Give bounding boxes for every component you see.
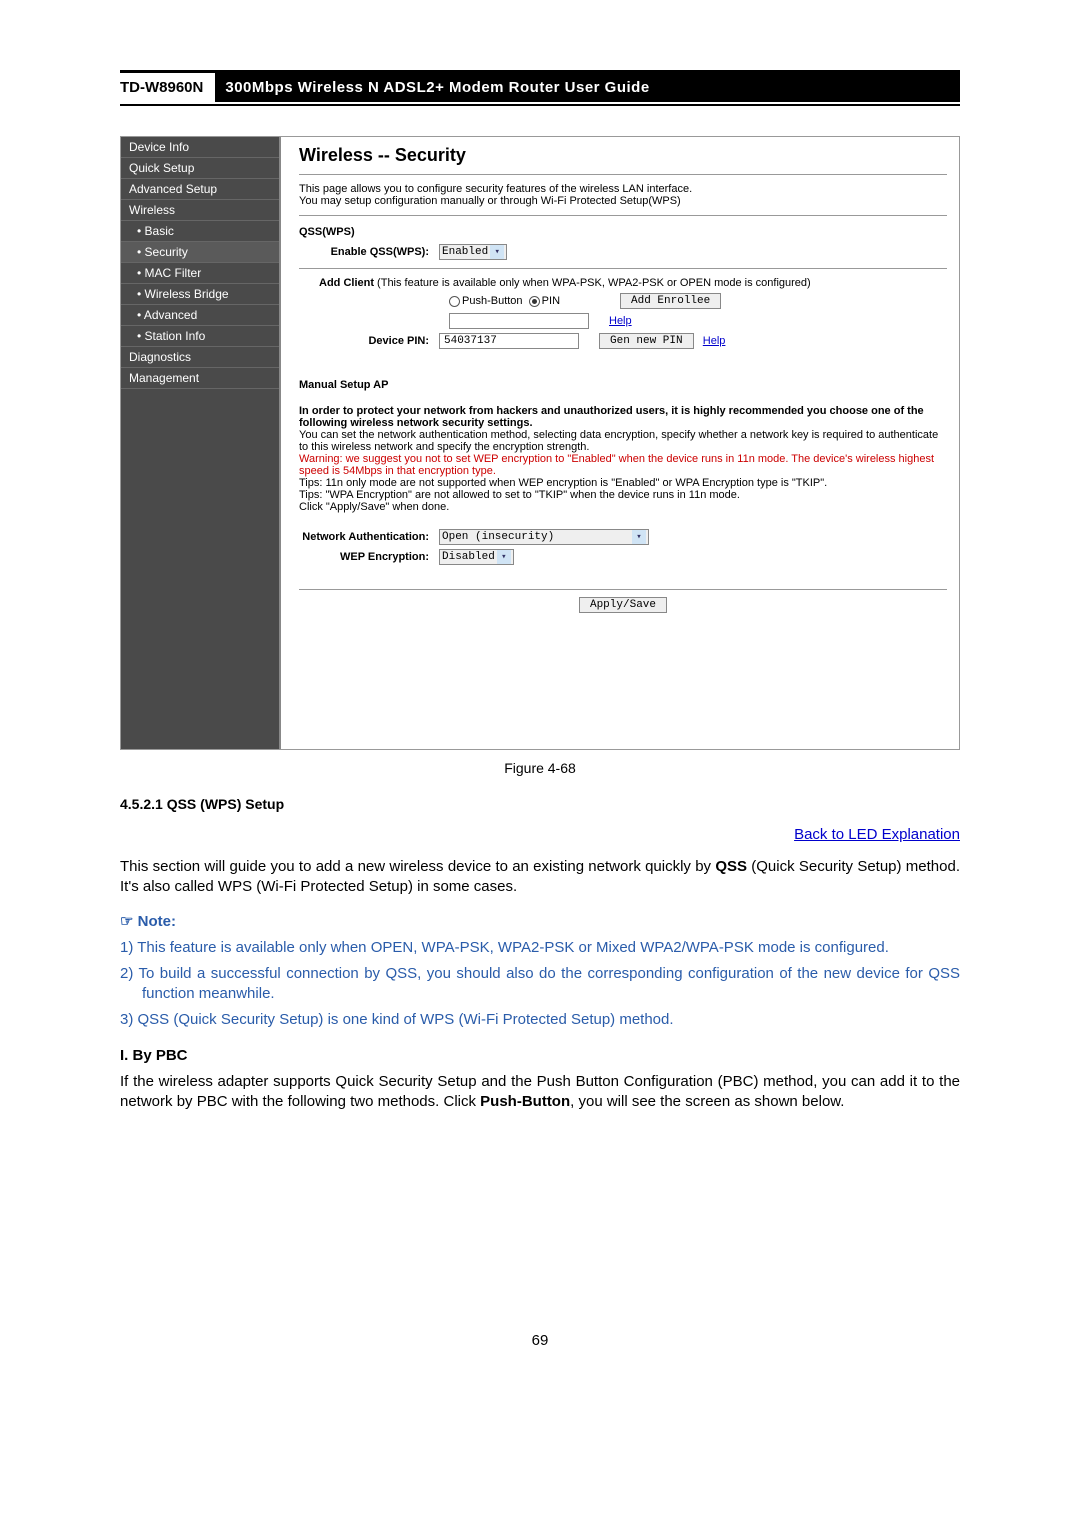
doc-header: TD-W8960N 300Mbps Wireless N ADSL2+ Mode…: [120, 70, 960, 102]
enable-qss-select[interactable]: Enabled ▾: [439, 244, 507, 260]
network-auth-select[interactable]: Open (insecurity) ▾: [439, 529, 649, 545]
intro-1: This page allows you to configure securi…: [299, 183, 947, 195]
sidebar-item-advanced[interactable]: • Advanced: [121, 305, 279, 326]
network-auth-label: Network Authentication:: [299, 531, 439, 543]
push-button-label: Push-Button: [462, 295, 523, 307]
pin-radio[interactable]: [529, 296, 540, 307]
note-item-1: 1) This feature is available only when O…: [120, 938, 960, 958]
note-item-2: 2) To build a successful connection by Q…: [120, 964, 960, 1005]
section-number: 4.5.2.1 QSS (WPS) Setup: [120, 796, 960, 812]
help-link-1[interactable]: Help: [609, 315, 632, 327]
qss-heading: QSS(WPS): [299, 226, 947, 238]
panel-title: Wireless -- Security: [299, 145, 947, 166]
sidebar-item-device-info[interactable]: Device Info: [121, 137, 279, 158]
apply-save-button[interactable]: Apply/Save: [579, 597, 667, 613]
header-rule: [120, 104, 960, 106]
sub-header-pbc: I. By PBC: [120, 1047, 960, 1064]
device-pin-value: 54037137: [439, 333, 579, 349]
enable-qss-label: Enable QSS(WPS):: [299, 246, 439, 258]
add-enrollee-button[interactable]: Add Enrollee: [620, 293, 721, 309]
chevron-down-icon: ▾: [497, 550, 511, 564]
help-link-2[interactable]: Help: [703, 335, 726, 347]
manual-p1a: In order to protect your network from ha…: [299, 405, 947, 429]
sidebar-item-station-info[interactable]: • Station Info: [121, 326, 279, 347]
wep-encryption-value: Disabled: [442, 551, 495, 563]
add-client-note: (This feature is available only when WPA…: [374, 277, 811, 289]
wep-encryption-select[interactable]: Disabled ▾: [439, 549, 514, 565]
manual-warning: Warning: we suggest you not to set WEP e…: [299, 453, 947, 477]
sidebar-item-wireless[interactable]: Wireless: [121, 200, 279, 221]
manual-tip2: Tips: "WPA Encryption" are not allowed t…: [299, 489, 947, 501]
sidebar-item-diagnostics[interactable]: Diagnostics: [121, 347, 279, 368]
wep-encryption-label: WEP Encryption:: [299, 551, 439, 563]
sidebar-item-management[interactable]: Management: [121, 368, 279, 389]
manual-tip1: Tips: 11n only mode are not supported wh…: [299, 477, 947, 489]
router-ui-screenshot: Device Info Quick Setup Advanced Setup W…: [120, 136, 960, 750]
figure-caption: Figure 4-68: [120, 760, 960, 776]
sidebar-item-mac-filter[interactable]: • MAC Filter: [121, 263, 279, 284]
back-to-led-link[interactable]: Back to LED Explanation: [794, 826, 960, 843]
page-number: 69: [120, 1332, 960, 1349]
note-item-3: 3) QSS (Quick Security Setup) is one kin…: [120, 1010, 960, 1030]
note-list: 1) This feature is available only when O…: [120, 938, 960, 1031]
body-paragraph-2: If the wireless adapter supports Quick S…: [120, 1072, 960, 1113]
sidebar: Device Info Quick Setup Advanced Setup W…: [121, 137, 281, 749]
device-pin-label: Device PIN:: [299, 335, 439, 347]
gen-new-pin-button[interactable]: Gen new PIN: [599, 333, 694, 349]
manual-p1b: You can set the network authentication m…: [299, 429, 947, 453]
manual-setup-heading: Manual Setup AP: [299, 379, 947, 391]
sidebar-item-advanced-setup[interactable]: Advanced Setup: [121, 179, 279, 200]
chevron-down-icon: ▾: [632, 530, 646, 544]
sidebar-item-wireless-bridge[interactable]: • Wireless Bridge: [121, 284, 279, 305]
body-paragraph-1: This section will guide you to add a new…: [120, 857, 960, 898]
model-label: TD-W8960N: [120, 73, 215, 102]
main-panel: Wireless -- Security This page allows yo…: [281, 137, 959, 749]
doc-title: 300Mbps Wireless N ADSL2+ Modem Router U…: [215, 73, 960, 102]
sidebar-item-basic[interactable]: • Basic: [121, 221, 279, 242]
note-header: ☞ Note:: [120, 912, 960, 930]
pin-label: PIN: [542, 295, 560, 307]
push-button-radio[interactable]: [449, 296, 460, 307]
sidebar-item-security[interactable]: • Security: [121, 242, 279, 263]
intro-2: You may setup configuration manually or …: [299, 195, 947, 207]
enable-qss-value: Enabled: [442, 246, 488, 258]
manual-click: Click "Apply/Save" when done.: [299, 501, 947, 513]
network-auth-value: Open (insecurity): [442, 531, 554, 543]
sidebar-item-quick-setup[interactable]: Quick Setup: [121, 158, 279, 179]
chevron-down-icon: ▾: [490, 245, 504, 259]
add-client-label: Add Client: [319, 277, 374, 289]
enrollee-pin-input[interactable]: [449, 313, 589, 329]
